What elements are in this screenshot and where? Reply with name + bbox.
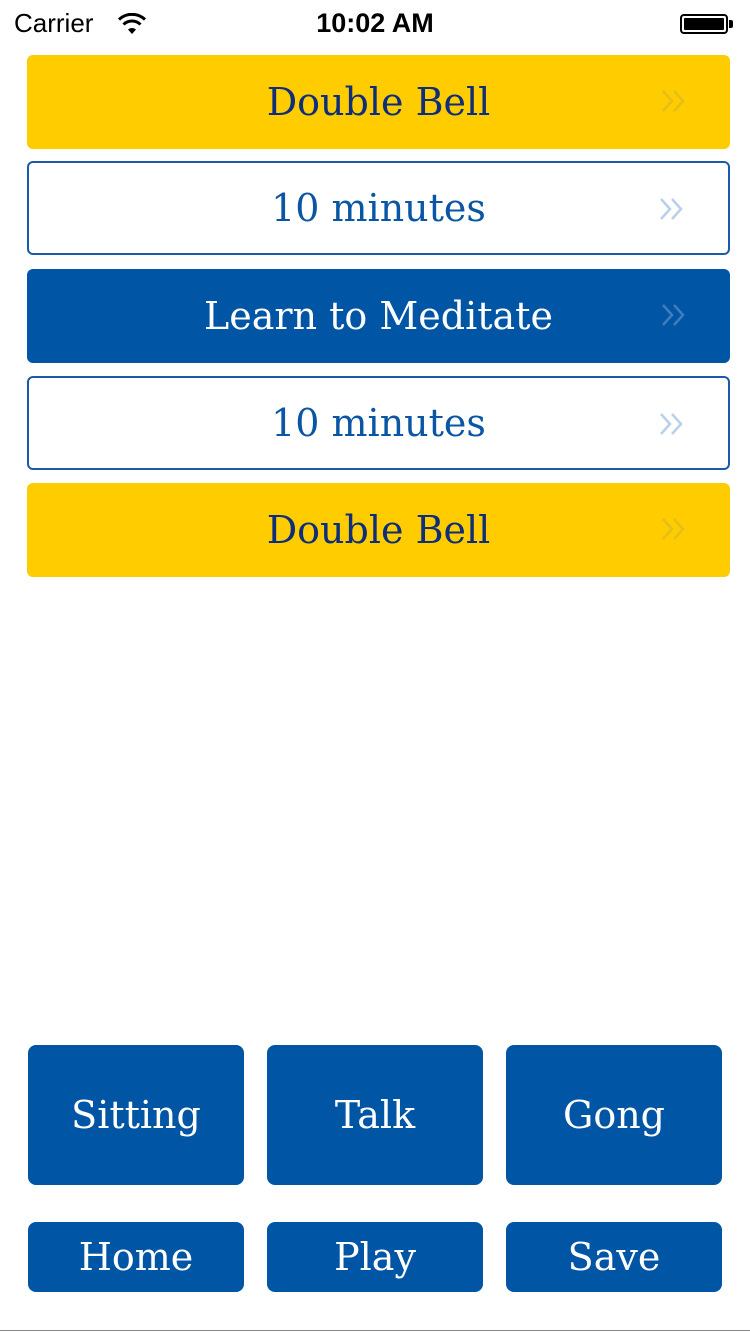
sequence-item-double-bell[interactable]: Double Bell bbox=[27, 55, 730, 149]
talk-button[interactable]: Talk bbox=[267, 1045, 483, 1185]
status-bar: Carrier 10:02 AM bbox=[0, 0, 750, 46]
battery-icon bbox=[680, 14, 736, 36]
bottom-divider bbox=[0, 1330, 750, 1331]
play-button[interactable]: Play bbox=[267, 1222, 483, 1292]
double-chevron-right-icon bbox=[660, 413, 683, 435]
double-chevron-right-icon bbox=[662, 304, 685, 326]
status-time: 10:02 AM bbox=[316, 8, 434, 38]
double-chevron-right-icon bbox=[660, 198, 683, 220]
home-button[interactable]: Home bbox=[28, 1222, 244, 1292]
sequence-item-label: Double Bell bbox=[266, 508, 491, 552]
sequence-item-duration[interactable]: 10 minutes bbox=[27, 161, 730, 255]
sequence-item-label: Double Bell bbox=[266, 80, 491, 124]
double-chevron-right-icon bbox=[662, 90, 685, 112]
sequence-item-learn-to-meditate[interactable]: Learn to Meditate bbox=[27, 269, 730, 363]
gong-button[interactable]: Gong bbox=[506, 1045, 722, 1185]
save-button[interactable]: Save bbox=[506, 1222, 722, 1292]
double-chevron-right-icon bbox=[662, 518, 685, 540]
sequence-item-duration[interactable]: 10 minutes bbox=[27, 376, 730, 470]
sitting-button[interactable]: Sitting bbox=[28, 1045, 244, 1185]
sequence-item-label: 10 minutes bbox=[271, 186, 486, 230]
sequence-item-label: Learn to Meditate bbox=[204, 294, 553, 338]
sequence-item-double-bell[interactable]: Double Bell bbox=[27, 483, 730, 577]
sequence-item-label: 10 minutes bbox=[271, 401, 486, 445]
